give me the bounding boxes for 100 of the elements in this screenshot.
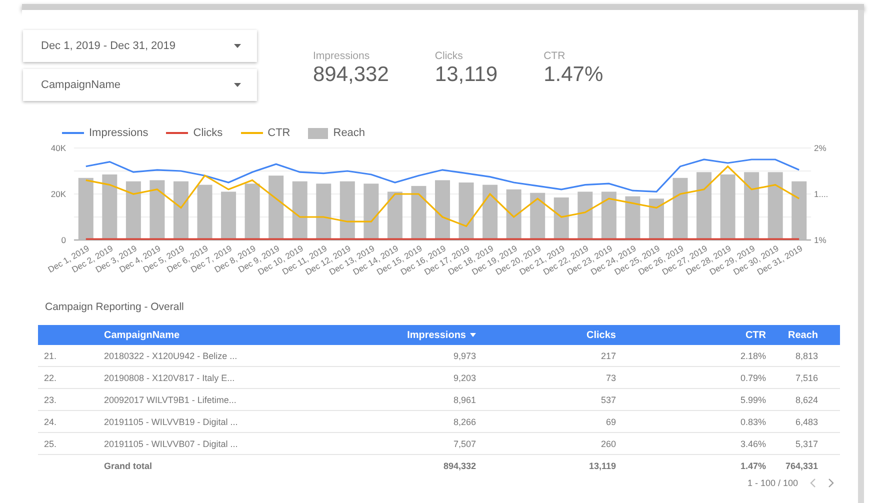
table-cell-text: 5.99% — [739, 394, 767, 404]
total-cell-text: 13,119 — [588, 460, 617, 470]
chart-bar — [696, 172, 712, 240]
column-header[interactable]: CTR — [620, 330, 770, 340]
chart-bar — [78, 178, 94, 240]
column-header[interactable]: Impressions — [288, 330, 480, 340]
axis-label: 20K — [50, 189, 66, 199]
table-cell-text: 9,973 — [452, 350, 477, 360]
scorecard-label: Clicks — [434, 50, 464, 62]
table-cell-text: 73 — [604, 372, 617, 382]
chart-bar — [244, 184, 260, 240]
chart-bar — [530, 192, 546, 240]
chart-bar — [150, 180, 165, 240]
chart-bar — [221, 192, 236, 240]
column-header[interactable]: Clicks — [480, 330, 620, 340]
table-cell-text: 6,483 — [794, 416, 819, 426]
chart-bar — [268, 176, 284, 240]
chart-bar — [387, 192, 402, 240]
table-cell-text: 2.18% — [739, 350, 767, 360]
scorecard-label: CTR — [544, 50, 566, 62]
filter-dropdown[interactable]: CampaignName — [23, 69, 257, 101]
previous-page-icon[interactable] — [810, 478, 816, 488]
table-cell-text: 3.46% — [739, 438, 767, 448]
legend-swatch — [308, 128, 328, 138]
chart-bar — [316, 184, 332, 240]
chart-bar — [578, 192, 593, 240]
axis-label: 2% — [814, 143, 826, 153]
chart-bar — [340, 181, 355, 240]
table-cell-text: 0.83% — [739, 416, 767, 426]
scorecard-label: Impressions — [313, 50, 371, 62]
sort-icon — [470, 333, 476, 337]
chart-bar — [506, 189, 522, 240]
total-cell-text: 894,332 — [442, 460, 477, 470]
table-cell-text: 260 — [600, 438, 617, 448]
caret-icon — [234, 44, 241, 48]
legend-label: Impressions — [89, 127, 148, 139]
chart-bar — [554, 197, 569, 240]
table-title: Campaign Reporting - Overall — [45, 301, 185, 313]
axis-label: 1% — [814, 235, 826, 245]
row-number: 21. — [43, 350, 58, 360]
chart-bar — [744, 172, 760, 240]
table-cell-text: 69 — [604, 416, 617, 426]
chart-bar — [411, 186, 426, 240]
table-cell-text: 537 — [600, 394, 617, 404]
column-header[interactable]: Reach — [770, 330, 822, 340]
axis-label: 40K — [50, 143, 66, 153]
table-cell-text: 20180322 - X120U942 - Belize ... — [103, 350, 238, 360]
legend-label: Reach — [333, 127, 366, 139]
row-number: 24. — [43, 416, 58, 426]
table-cell-text: 217 — [600, 350, 617, 360]
row-number: 23. — [43, 394, 58, 404]
axis-label: 1.... — [814, 189, 828, 199]
legend-label: CTR — [268, 127, 290, 139]
table-cell-text: 5,317 — [794, 438, 819, 448]
chart-bar — [364, 184, 379, 240]
table-cell-text: 7,516 — [794, 372, 819, 382]
table-cell-text: 9,203 — [452, 372, 477, 382]
table-cell-text: 20190808 - X120V817 - Italy E... — [103, 372, 236, 382]
total-label: Grand total — [103, 460, 154, 470]
table-cell-text: 7,507 — [452, 438, 477, 448]
chart-bar — [197, 184, 212, 240]
row-number: 25. — [43, 438, 58, 448]
chart-bar — [458, 182, 474, 240]
chart-bar — [601, 192, 616, 240]
table-cell-text: 20191105 - WILVVB07 - Digital ... — [103, 438, 239, 448]
chart-bar — [720, 174, 736, 240]
table-cell-text: 0.79% — [739, 372, 767, 382]
chart-bar — [435, 180, 450, 240]
scorecard-value: 13,119 — [434, 63, 498, 87]
chart-bar — [625, 196, 640, 240]
legend-line — [62, 132, 84, 134]
table-cell-text: 8,266 — [452, 416, 477, 426]
table-cell-text: 8,813 — [794, 350, 819, 360]
chart-bar — [672, 178, 688, 240]
chart-bar — [173, 181, 188, 240]
chart-bar — [768, 172, 783, 240]
table-cell-text: 20092017 WILVT9B1 - Lifetime... — [103, 394, 238, 404]
legend-line — [166, 132, 188, 134]
filter-dropdown[interactable]: Dec 1, 2019 - Dec 31, 2019 — [23, 30, 257, 62]
table-cell-text: 20191105 - WILVVB19 - Digital ... — [103, 416, 239, 426]
table-cell-text: 8,961 — [452, 394, 477, 404]
legend-line — [240, 132, 263, 134]
axis-label: 0 — [61, 235, 66, 245]
caret-icon — [234, 83, 241, 87]
chart-bar — [102, 174, 118, 240]
scorecard-value: 1.47% — [544, 63, 604, 87]
chart-bar — [648, 198, 664, 240]
pagination-text: 1 - 100 / 100 — [747, 478, 798, 488]
chart-bar — [292, 181, 308, 240]
column-header[interactable]: CampaignName — [98, 330, 288, 340]
legend-label: Clicks — [193, 127, 223, 139]
total-cell-text: 764,331 — [784, 460, 819, 470]
chart-bar — [792, 181, 807, 240]
total-cell-text: 1.47% — [739, 460, 767, 470]
row-number: 22. — [43, 372, 58, 382]
next-page-icon[interactable] — [828, 478, 834, 488]
scorecard-value: 894,332 — [313, 63, 389, 87]
table-cell-text: 8,624 — [794, 394, 819, 404]
chart-bar — [482, 184, 498, 240]
chart-bar — [126, 181, 141, 240]
